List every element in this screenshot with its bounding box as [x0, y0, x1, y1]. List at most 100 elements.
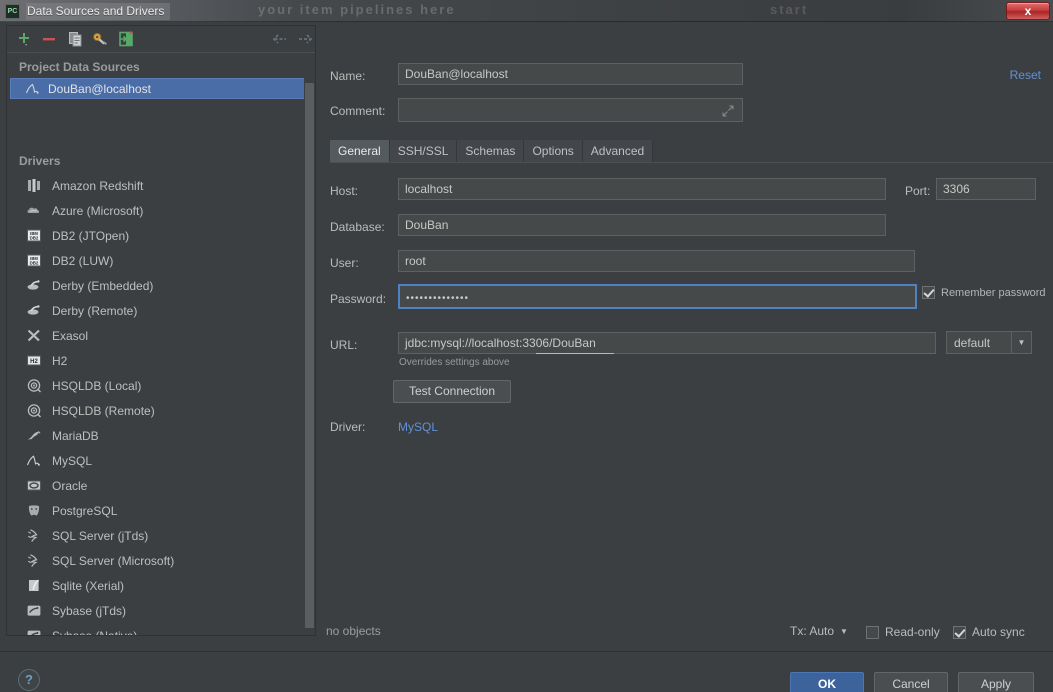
name-label: Name: [330, 69, 366, 83]
driver-list-item[interactable]: Oracle [7, 473, 315, 498]
url-mode-dropdown[interactable]: default ▼ [946, 331, 1032, 354]
driver-list-item-label: Exasol [52, 328, 89, 343]
window-title: Data Sources and Drivers [26, 3, 171, 20]
close-icon[interactable]: x [1006, 2, 1050, 20]
exasol-icon [25, 328, 43, 344]
expand-comment-icon[interactable] [722, 105, 734, 120]
test-connection-label: Test Connection [408, 384, 496, 398]
test-connection-button[interactable]: Test Connection [393, 380, 511, 403]
tab-schemas[interactable]: Schemas [457, 140, 525, 162]
port-input[interactable]: 3306 [936, 178, 1036, 200]
arrow-right-icon[interactable] [296, 30, 315, 49]
database-input[interactable]: DouBan [398, 214, 886, 236]
driver-list-item-label: Derby (Embedded) [52, 278, 154, 293]
mysql-icon [25, 453, 43, 469]
sidebar-item-douban-localhost[interactable]: DouBan@localhost [10, 78, 306, 99]
comment-input[interactable] [398, 98, 743, 122]
driver-list-item-label: PostgreSQL [52, 503, 118, 518]
ok-button[interactable]: OK [790, 672, 864, 692]
svg-text:DB2: DB2 [30, 236, 39, 241]
url-db-underline [536, 353, 614, 354]
tab-options[interactable]: Options [524, 140, 583, 162]
driver-list-item[interactable]: PostgreSQL [7, 498, 315, 523]
auto-sync-checkbox[interactable]: Auto sync [953, 625, 1025, 639]
driver-list-item[interactable]: Amazon Redshift [7, 173, 315, 198]
hsqldb-icon [25, 378, 43, 394]
sqlite-icon [25, 578, 43, 594]
driver-list-item[interactable]: Derby (Remote) [7, 298, 315, 323]
tab-general[interactable]: General [330, 140, 390, 162]
app-icon: PC [5, 4, 20, 19]
driver-list-item[interactable]: HSQLDB (Remote) [7, 398, 315, 423]
driver-list-item[interactable]: Sybase (Native) [7, 623, 315, 635]
duplicate-icon[interactable] [67, 30, 87, 49]
sidebar-panel: Project Data Sources DouBan@localhost Dr… [6, 25, 316, 636]
database-label: Database: [330, 220, 385, 234]
settings-tabs[interactable]: General SSH/SSL Schemas Options Advanced [330, 140, 654, 162]
transaction-mode-dropdown[interactable]: Tx: Auto ▼ [790, 624, 848, 638]
driver-list-item[interactable]: Sqlite (Xerial) [7, 573, 315, 598]
cancel-button[interactable]: Cancel [874, 672, 948, 692]
driver-list-item[interactable]: IBM DB2 DB2 (JTOpen) [7, 223, 315, 248]
sidebar-toolbar [7, 26, 315, 53]
driver-list-item-label: Sybase (jTds) [52, 603, 127, 618]
tab-ssh-ssl[interactable]: SSH/SSL [389, 140, 458, 162]
user-label: User: [330, 256, 359, 270]
svg-text:H2: H2 [30, 359, 38, 365]
transaction-mode-label: Tx: Auto [790, 624, 835, 638]
postgresql-icon [25, 503, 43, 519]
driver-list-item[interactable]: IBM DB2 DB2 (LUW) [7, 248, 315, 273]
driver-list-item[interactable]: SQL Server (jTds) [7, 523, 315, 548]
name-input[interactable]: DouBan@localhost [398, 63, 743, 85]
sidebar-scrollbar-track[interactable] [304, 53, 315, 635]
host-input[interactable]: localhost [398, 178, 886, 200]
url-input[interactable]: jdbc:mysql://localhost:3306/DouBan [398, 332, 936, 354]
user-input[interactable]: root [398, 250, 915, 272]
remember-password-checkbox[interactable]: Remember password [922, 286, 1046, 299]
driver-list-item[interactable]: Exasol [7, 323, 315, 348]
driver-list-item-label: Azure (Microsoft) [52, 203, 144, 218]
apply-button[interactable]: Apply [958, 672, 1034, 692]
oracle-icon [25, 478, 43, 494]
drivers-list[interactable]: Amazon Redshift Azure (Microsoft) IBM DB2 DB… [7, 173, 315, 635]
tab-advanced[interactable]: Advanced [582, 140, 654, 162]
reset-link[interactable]: Reset [1010, 68, 1041, 82]
driver-list-item-label: MySQL [52, 453, 93, 468]
key-wrench-icon[interactable] [91, 30, 111, 49]
driver-list-item-label: DB2 (JTOpen) [52, 228, 130, 243]
import-icon[interactable] [117, 30, 137, 49]
driver-list-item-label: Amazon Redshift [52, 178, 144, 193]
connection-form-panel: Name: DouBan@localhost Reset Comment: Ge… [322, 22, 1053, 637]
remove-data-source-button[interactable] [40, 30, 60, 49]
chevron-down-icon: ▼ [1011, 332, 1031, 353]
h2-icon: H2 [25, 353, 43, 369]
read-only-checkbox[interactable]: Read-only [866, 625, 940, 639]
sidebar-scrollbar-thumb[interactable] [305, 83, 314, 628]
sybase-icon [25, 628, 43, 635]
driver-list-item[interactable]: MySQL [7, 448, 315, 473]
redshift-icon [25, 178, 43, 194]
driver-list-item-label: HSQLDB (Local) [52, 378, 142, 393]
driver-list-item[interactable]: HSQLDB (Local) [7, 373, 315, 398]
arrow-left-icon[interactable] [271, 30, 291, 49]
port-label: Port: [905, 184, 931, 198]
driver-list-item-label: H2 [52, 353, 68, 368]
help-icon[interactable]: ? [18, 669, 40, 691]
driver-list-item[interactable]: MariaDB [7, 423, 315, 448]
data-sources-dialog: your item pipelines here start PC Data S… [0, 0, 1053, 692]
driver-link[interactable]: MySQL [398, 420, 438, 434]
driver-list-item-label: Derby (Remote) [52, 303, 138, 318]
sybase-icon [25, 603, 43, 619]
driver-list-item[interactable]: Derby (Embedded) [7, 273, 315, 298]
azure-cloud-icon [25, 203, 43, 219]
title-bar-ghost-text: your item pipelines here [258, 2, 456, 17]
read-only-label: Read-only [885, 625, 940, 639]
driver-list-item-label: Sqlite (Xerial) [52, 578, 125, 593]
driver-list-item[interactable]: SQL Server (Microsoft) [7, 548, 315, 573]
add-data-source-button[interactable] [15, 30, 35, 49]
password-input[interactable]: •••••••••••••• [398, 284, 917, 309]
driver-list-item[interactable]: Azure (Microsoft) [7, 198, 315, 223]
driver-list-item[interactable]: Sybase (jTds) [7, 598, 315, 623]
driver-list-item[interactable]: H2 H2 [7, 348, 315, 373]
sidebar-item-label: DouBan@localhost [48, 81, 151, 96]
